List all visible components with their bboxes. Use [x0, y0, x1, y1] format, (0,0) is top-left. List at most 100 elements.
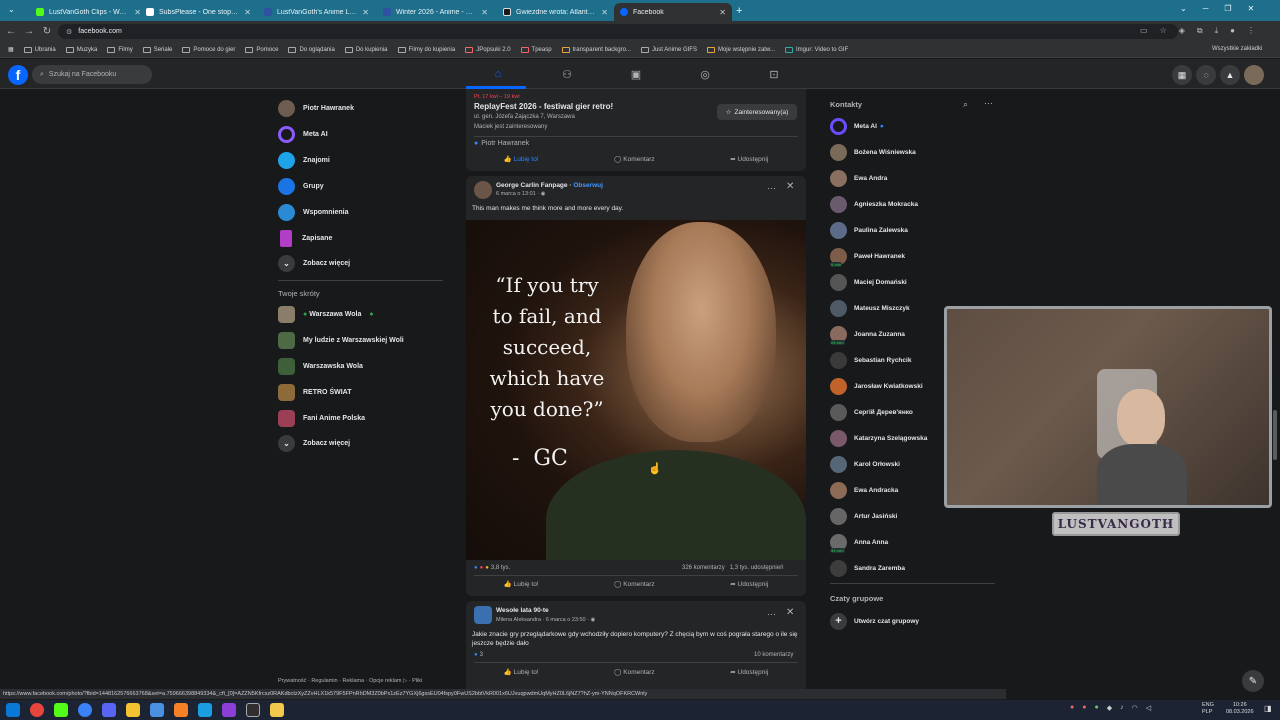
language-indicator[interactable]: ENG PLP	[1202, 702, 1214, 716]
follow-button[interactable]: Obserwuj	[573, 182, 603, 189]
apps-grid-icon[interactable]: ▦	[8, 46, 14, 53]
contact-item[interactable]: Ewa Andracka	[830, 482, 898, 499]
tab-mal-list[interactable]: LustVanGoth's Anime List - My ✕	[258, 3, 375, 21]
close-icon[interactable]: ✕	[786, 607, 794, 618]
vlc-icon[interactable]	[174, 703, 188, 717]
gaming-icon[interactable]: ⊡	[766, 67, 782, 81]
bookmark-item[interactable]: Filmy	[107, 46, 133, 53]
post-author[interactable]: Wesołe lata 90-te	[496, 607, 549, 614]
tab-stargate[interactable]: Gwiezdne wrota: Atlantyda / St ✕	[497, 3, 614, 21]
contact-item[interactable]: Ewa Andra	[830, 170, 887, 187]
tab-mal-winter[interactable]: Winter 2026 - Anime - MyAnim ✕	[377, 3, 494, 21]
bookmark-item[interactable]: Moje wstępnie zatw...	[706, 46, 775, 53]
comment-count[interactable]: 326 komentarzy	[682, 565, 725, 571]
sidebar-item-memories[interactable]: Wspomnienia	[278, 204, 349, 221]
avatar[interactable]	[474, 181, 492, 199]
contact-item[interactable]: Sandra Zaremba	[830, 560, 905, 577]
contact-item[interactable]: Katarzyna Szelągowska	[830, 430, 927, 447]
shortcut-item[interactable]: ● Warszawa Wola ●	[278, 306, 374, 323]
app-icon[interactable]	[150, 703, 164, 717]
reactions-summary[interactable]: ● 3	[474, 652, 483, 658]
bookmark-item[interactable]: Do oglądania	[288, 46, 335, 53]
downloads-icon[interactable]: ⤓	[1215, 26, 1219, 36]
tab-search-chevron-icon[interactable]: ⌄	[8, 5, 15, 14]
like-summary[interactable]: ● Piotr Hawranek	[474, 140, 529, 147]
share-count[interactable]: 1,3 tys. udostępnień	[730, 565, 784, 571]
obs-icon[interactable]	[246, 703, 260, 717]
messenger-icon[interactable]: ◌	[1196, 65, 1216, 85]
forward-arrow-icon[interactable]: →	[20, 26, 38, 37]
shortcut-item[interactable]: Fani Anime Polska	[278, 410, 365, 427]
bookmark-item[interactable]: Just Anime GIFS	[640, 46, 697, 53]
search-icon[interactable]: ⌕	[963, 99, 968, 110]
bookmark-item[interactable]: Muzyka	[65, 46, 97, 53]
create-group-chat-button[interactable]: + Utwórz czat grupowy	[830, 613, 919, 630]
app-icon[interactable]	[126, 703, 140, 717]
shortcut-item[interactable]: Warszawska Wola	[278, 358, 363, 375]
contact-item[interactable]: Joanna Zuzanna 24 min	[830, 326, 905, 345]
reload-icon[interactable]: ↻	[38, 26, 56, 37]
tray-icon[interactable]: ●	[1070, 704, 1074, 712]
more-options-icon[interactable]: ⋯	[767, 609, 776, 620]
extension-icon[interactable]: ◈	[1179, 26, 1185, 36]
new-tab-plus-icon[interactable]: +	[736, 5, 742, 17]
restore-icon[interactable]: ❐	[1224, 4, 1231, 13]
contact-item[interactable]: Agnieszka Mokracka	[830, 196, 918, 213]
bookmark-item[interactable]: Pomoce do gier	[182, 46, 235, 53]
chrome-icon[interactable]	[30, 703, 44, 717]
comment-button[interactable]: ◯ Komentarz	[614, 155, 655, 163]
app-icon[interactable]	[78, 703, 92, 717]
post-time[interactable]: 6 marca o 13:01 · ◉	[496, 191, 545, 197]
close-icon[interactable]: ✕	[362, 8, 369, 17]
comment-count[interactable]: 10 komentarzy	[754, 652, 793, 658]
bookmark-item[interactable]: transparent backgro...	[561, 46, 631, 53]
new-message-icon[interactable]: ✎	[1242, 670, 1264, 692]
footer-links[interactable]: Prywatność · Regulamin · Reklama · Opcje…	[278, 678, 422, 684]
profile-avatar-icon[interactable]: ●	[1230, 26, 1235, 36]
interested-button[interactable]: ☆ Zainteresowany(a)	[717, 104, 797, 120]
tab-facebook[interactable]: Facebook ✕	[614, 3, 732, 21]
close-icon[interactable]: ✕	[719, 8, 726, 17]
close-icon[interactable]: ✕	[786, 181, 794, 192]
microphone-icon[interactable]: ♪	[1120, 704, 1124, 712]
address-bar[interactable]: ⚙ facebook.com	[58, 24, 1178, 39]
bookmark-item[interactable]: Ubrania	[23, 46, 56, 53]
bookmark-item[interactable]: Tpeasp	[520, 46, 552, 53]
share-button[interactable]: ➦ Udostępnij	[730, 668, 768, 676]
contact-item[interactable]: Meta AI ●	[830, 118, 884, 135]
close-window-icon[interactable]: ✕	[1248, 4, 1255, 13]
contact-item[interactable]: Karol Orłowski	[830, 456, 900, 473]
contact-item[interactable]: Paweł Hawranek 8 min	[830, 248, 905, 267]
contact-item[interactable]: Anna Anna 34 min	[830, 534, 888, 553]
tab-subsplease[interactable]: SubsPlease - One stop shop fo ✕	[140, 3, 257, 21]
contact-item[interactable]: Сергій Дерев'янко	[830, 404, 913, 421]
contact-item[interactable]: Sebastian Rychcik	[830, 352, 911, 369]
comment-button[interactable]: ◯ Komentarz	[614, 580, 655, 588]
sidebar-item-meta-ai[interactable]: Meta AI	[278, 126, 328, 143]
close-icon[interactable]: ✕	[481, 8, 488, 17]
bookmark-item[interactable]: Seriale	[142, 46, 172, 53]
contact-item[interactable]: Paulina Zalewska	[830, 222, 908, 239]
sidebar-item-saved[interactable]: Zapisane	[278, 230, 332, 247]
bookmark-item[interactable]: Filmy do kupienia	[397, 46, 455, 53]
share-button[interactable]: ➦ Udostępnij	[730, 155, 768, 163]
tray-icon[interactable]: ●	[1082, 704, 1086, 712]
bookmark-item[interactable]: Imgur: Video to GIF	[784, 46, 848, 53]
close-icon[interactable]: ✕	[244, 8, 251, 17]
cast-icon[interactable]: ▭	[1140, 26, 1148, 36]
facebook-search-input[interactable]: ⌕ Szukaj na Facebooku	[32, 65, 152, 84]
folder-icon[interactable]	[270, 703, 284, 717]
sidebar-see-more[interactable]: ⌄ Zobacz więcej	[278, 255, 350, 272]
facebook-logo-icon[interactable]: f	[8, 65, 28, 85]
site-info-icon[interactable]: ⚙	[66, 28, 72, 36]
share-button[interactable]: ➦ Udostępnij	[730, 580, 768, 588]
scrollbar-thumb[interactable]	[1273, 410, 1277, 460]
contact-item[interactable]: Maciej Domański	[830, 274, 907, 291]
minimize-icon[interactable]: ─	[1203, 4, 1209, 13]
shortcuts-see-more[interactable]: ⌄ Zobacz więcej	[278, 435, 350, 452]
tray-icon[interactable]: ●	[1094, 704, 1098, 712]
post-image[interactable]: “If you try to fail, and succeed, which …	[466, 220, 806, 560]
groups-icon[interactable]: ◎	[697, 67, 713, 81]
wifi-icon[interactable]: ◠	[1132, 704, 1138, 712]
tray-icon[interactable]: ◆	[1107, 704, 1112, 712]
